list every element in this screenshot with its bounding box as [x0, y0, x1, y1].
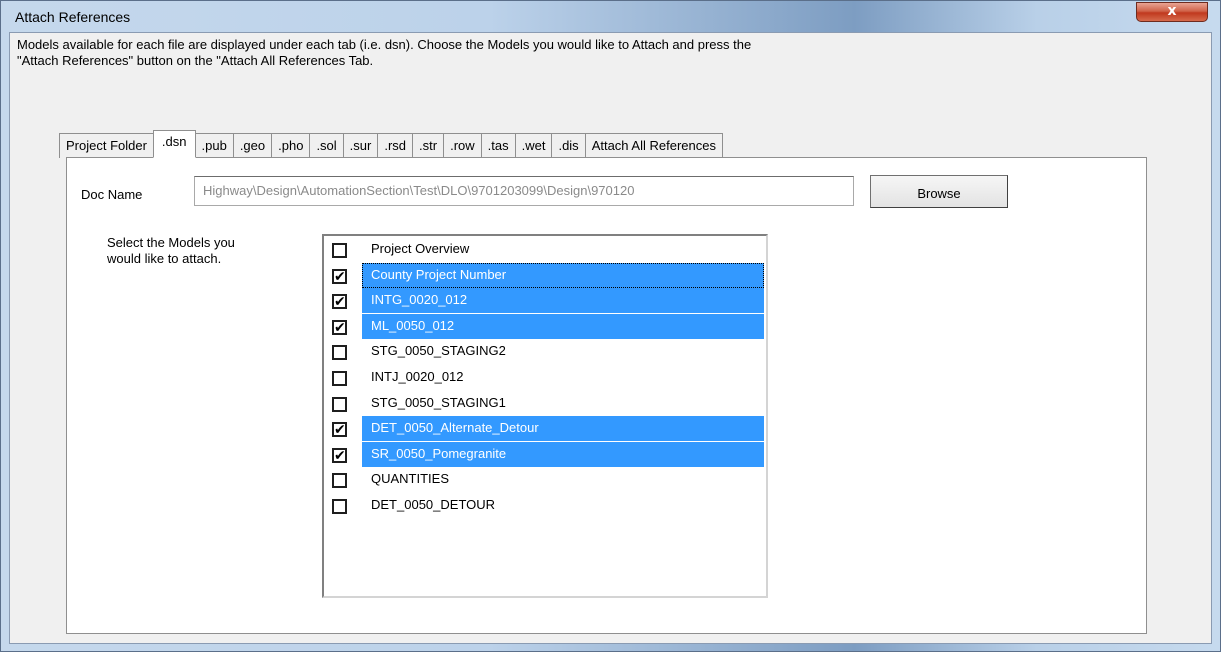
tab-attach-all-references[interactable]: Attach All References — [584, 133, 723, 158]
model-label: SR_0050_Pomegranite — [362, 442, 764, 467]
checkmark-icon: ✔ — [334, 422, 346, 438]
model-checkbox[interactable]: ✔ — [332, 448, 347, 463]
tab-tas[interactable]: .tas — [480, 133, 516, 158]
window-title: Attach References — [15, 9, 131, 25]
model-checkbox[interactable] — [332, 371, 347, 386]
model-checkbox[interactable] — [332, 473, 347, 488]
tab-pub[interactable]: .pub — [194, 133, 234, 158]
list-item[interactable]: DET_0050_DETOUR — [324, 493, 764, 518]
doc-name-field[interactable]: Highway\Design\AutomationSection\Test\DL… — [194, 176, 854, 206]
model-label: DET_0050_DETOUR — [371, 497, 496, 512]
model-checkbox[interactable] — [332, 499, 347, 514]
select-models-prompt-line-2: would like to attach. — [107, 251, 222, 266]
model-label: County Project Number — [362, 263, 764, 288]
tab-dis[interactable]: .dis — [551, 133, 586, 158]
tab-dsn[interactable]: .dsn — [152, 130, 196, 158]
tab-wet[interactable]: .wet — [514, 133, 553, 158]
tab-project-folder[interactable]: Project Folder — [59, 133, 154, 158]
checkmark-icon: ✔ — [334, 320, 346, 336]
model-label: DET_0050_Alternate_Detour — [362, 416, 764, 441]
tab-sol[interactable]: .sol — [309, 133, 344, 158]
model-label: STG_0050_STAGING2 — [371, 343, 506, 358]
model-checkbox[interactable] — [332, 397, 347, 412]
list-item[interactable]: STG_0050_STAGING2 — [324, 339, 764, 364]
close-icon: x — [1167, 3, 1177, 19]
list-item[interactable]: STG_0050_STAGING1 — [324, 391, 764, 416]
tab-sur[interactable]: .sur — [342, 133, 379, 158]
model-label: ML_0050_012 — [362, 314, 764, 339]
instructions-line-1: Models available for each file are displ… — [17, 37, 752, 52]
tab-row[interactable]: .row — [443, 133, 482, 158]
title-bar[interactable]: Attach References x — [1, 1, 1220, 31]
model-label: INTG_0020_012 — [362, 288, 764, 313]
model-label: INTJ_0020_012 — [371, 369, 464, 384]
model-label: QUANTITIES — [371, 471, 450, 486]
list-item[interactable]: ✔ INTG_0020_012 — [324, 288, 764, 313]
model-label: STG_0050_STAGING1 — [371, 395, 506, 410]
instructions-text: Models available for each file are displ… — [17, 37, 1137, 69]
checkmark-icon: ✔ — [334, 448, 346, 464]
list-item[interactable]: ✔ ML_0050_012 — [324, 314, 764, 339]
checkmark-icon: ✔ — [334, 269, 346, 285]
tab-rsd[interactable]: .rsd — [377, 133, 414, 158]
close-button[interactable]: x — [1136, 2, 1208, 22]
list-item[interactable]: ✔ DET_0050_Alternate_Detour — [324, 416, 764, 441]
browse-button[interactable]: Browse — [870, 175, 1008, 208]
model-checkbox[interactable]: ✔ — [332, 269, 347, 284]
tab-geo[interactable]: .geo — [232, 133, 273, 158]
file-type-tabs: Project Folder .dsn .pub .geo .pho .sol .sur .r… — [59, 130, 723, 158]
model-checkbox[interactable]: ✔ — [332, 320, 347, 335]
model-checkbox[interactable]: ✔ — [332, 294, 347, 309]
list-item[interactable]: QUANTITIES — [324, 467, 764, 492]
list-item[interactable]: ✔ County Project Number — [324, 263, 764, 288]
tab-str[interactable]: .str — [412, 133, 445, 158]
doc-name-label: Doc Name — [81, 187, 143, 202]
select-models-prompt: Select the Models you would like to atta… — [107, 235, 307, 267]
model-checkbox[interactable] — [332, 243, 347, 258]
list-item[interactable]: Project Overview — [324, 237, 764, 262]
models-listbox[interactable]: Project Overview ✔ County Project Number ✔ I… — [322, 234, 768, 598]
model-checkbox[interactable] — [332, 345, 347, 360]
model-label: Project Overview — [371, 241, 470, 256]
list-item[interactable]: ✔ SR_0050_Pomegranite — [324, 442, 764, 467]
attach-references-window: Attach References x Models available for… — [0, 0, 1221, 652]
list-item[interactable]: INTJ_0020_012 — [324, 365, 764, 390]
tab-pho[interactable]: .pho — [271, 133, 311, 158]
select-models-prompt-line-1: Select the Models you — [107, 235, 235, 250]
instructions-line-2: "Attach References" button on the "Attac… — [17, 53, 374, 68]
checkmark-icon: ✔ — [334, 294, 346, 310]
model-checkbox[interactable]: ✔ — [332, 422, 347, 437]
